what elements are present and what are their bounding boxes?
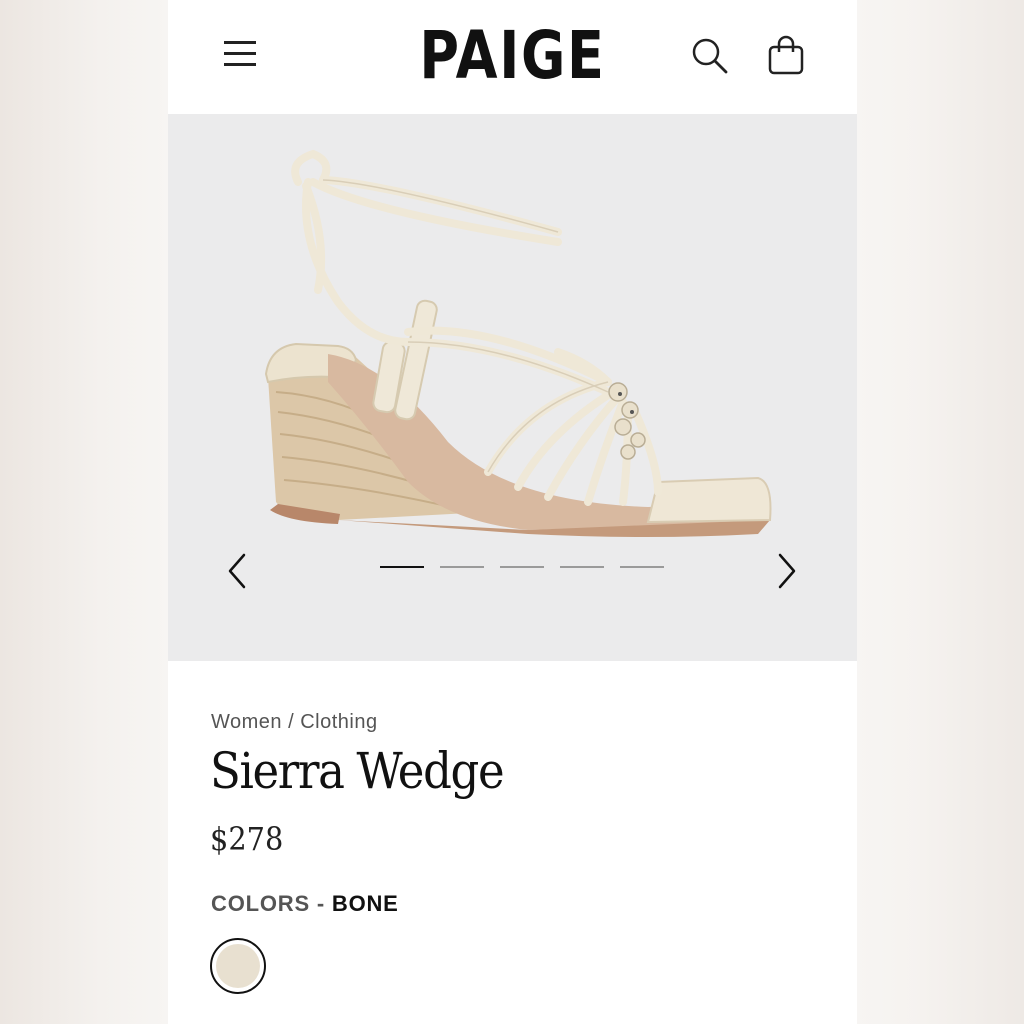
product-title: Sierra Wedge: [210, 742, 505, 800]
chevron-right-icon[interactable]: [772, 551, 800, 591]
pagination-dot[interactable]: [440, 566, 484, 568]
pagination-dot[interactable]: [620, 566, 664, 568]
chevron-left-icon[interactable]: [224, 551, 252, 591]
pagination-dot[interactable]: [500, 566, 544, 568]
site-header: PAIGE: [168, 0, 857, 114]
search-icon[interactable]: [690, 36, 730, 76]
shopping-bag-icon[interactable]: [766, 34, 806, 76]
swatch-fill: [216, 944, 260, 988]
product-page: PAIGE Women / Clothing Sierra Wedge $278…: [168, 0, 857, 1024]
pagination-dot[interactable]: [380, 566, 424, 568]
color-swatch-bone[interactable]: [210, 938, 266, 994]
pagination-dot[interactable]: [560, 566, 604, 568]
product-price: $278: [210, 820, 284, 858]
product-image-gallery[interactable]: [168, 114, 857, 661]
selected-color-name: BONE: [331, 891, 399, 916]
backdrop-left: [0, 0, 168, 1024]
product-image: [264, 149, 772, 537]
colors-label: COLORS -: [211, 891, 325, 916]
backdrop-right: [856, 0, 1024, 1024]
gallery-pagination: [378, 566, 678, 574]
color-selector-label: COLORS - BONE: [211, 891, 399, 917]
breadcrumb[interactable]: Women / Clothing: [211, 711, 378, 734]
